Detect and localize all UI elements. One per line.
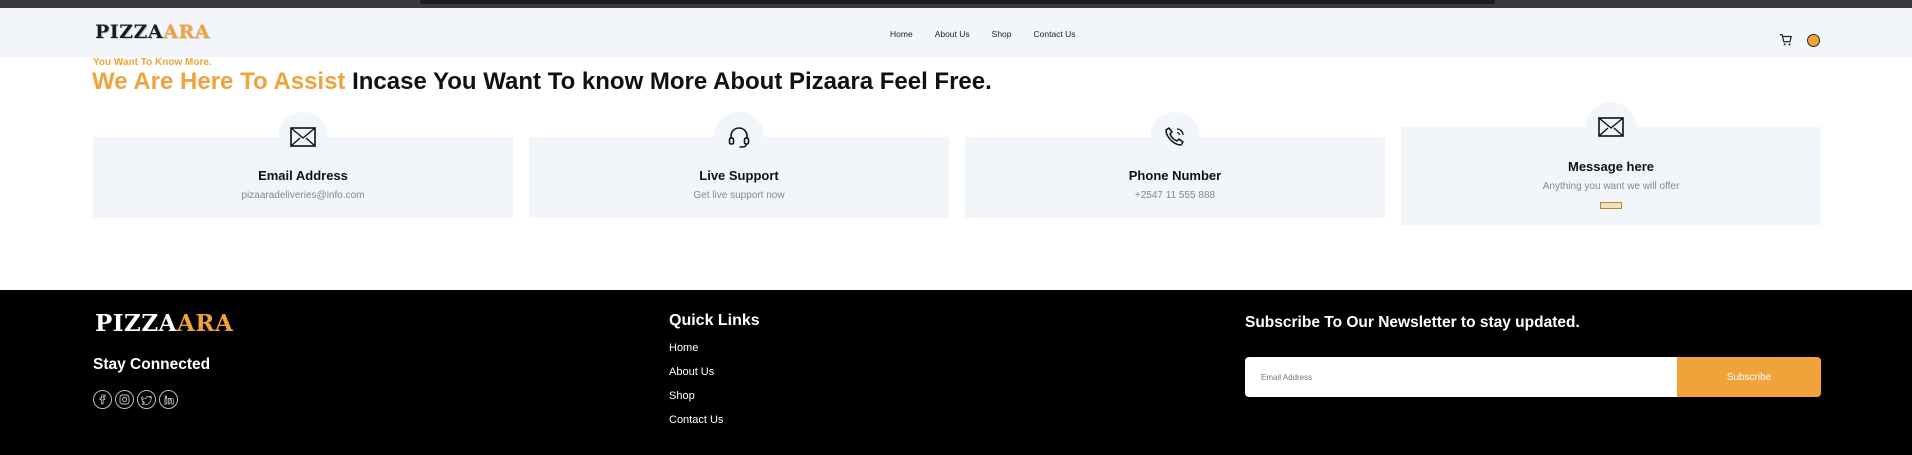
card-title: Phone Number [1128, 168, 1222, 183]
nav-link-contact[interactable]: Contact Us [1034, 29, 1076, 39]
phone-icon [1165, 127, 1184, 146]
footer: PIZZAARA Stay Connected Quick Links Home… [0, 290, 1912, 455]
footer-logo[interactable]: PIZZAARA [95, 310, 233, 337]
page-headline: We Are Here To Assist Incase You Want To… [92, 68, 992, 96]
card-title: Live Support [699, 168, 779, 183]
card-icon-circle [1586, 102, 1636, 152]
eyebrow-text: You Want To Know More. [93, 57, 212, 68]
card-title: Email Address [258, 168, 348, 183]
logo-part-2: ARA [163, 21, 210, 43]
headline-rest: Incase You Want To know More About Pizaa… [345, 68, 992, 95]
card-subtitle: pizaaradeliveries@info.com [241, 190, 365, 201]
nav-link-shop[interactable]: Shop [992, 29, 1012, 39]
footer-link-home[interactable]: Home [669, 342, 698, 354]
subscribe-button[interactable]: Subscribe [1677, 357, 1821, 397]
site-logo[interactable]: PIZZAARA [95, 21, 210, 43]
newsletter-email-input[interactable] [1245, 357, 1677, 397]
footer-link-contact[interactable]: Contact Us [669, 414, 723, 426]
footer-link-shop[interactable]: Shop [669, 390, 695, 402]
quick-links-heading: Quick Links [669, 312, 760, 329]
message-button[interactable] [1600, 202, 1622, 209]
contact-card-phone: Phone Number +2547 11 555 888 [965, 112, 1385, 218]
contact-card-email: Email Address pizaaradeliveries@info.com [93, 112, 513, 218]
stay-connected-heading: Stay Connected [93, 356, 211, 373]
headset-icon [728, 127, 750, 148]
avatar[interactable] [1807, 34, 1820, 47]
twitter-icon[interactable] [137, 390, 156, 409]
nav-links: Home About Us Shop Contact Us [890, 29, 1098, 39]
social-links [93, 390, 178, 409]
card-subtitle: +2547 11 555 888 [1134, 190, 1216, 201]
card-subtitle: Anything you want we will offer [1542, 181, 1680, 192]
mail-icon [290, 127, 316, 147]
newsletter-heading: Subscribe To Our Newsletter to stay upda… [1245, 314, 1580, 331]
logo-part-1: PIZZA [95, 21, 164, 43]
card-icon-circle [714, 112, 764, 162]
contact-card-support: Live Support Get live support now [529, 112, 949, 218]
linkedin-icon[interactable] [159, 390, 178, 409]
logo-part-2: ARA [176, 310, 234, 337]
card-icon-circle [1150, 112, 1200, 162]
headline-highlight: We Are Here To Assist [92, 68, 346, 95]
navbar: PIZZAARA Home About Us Shop Contact Us [0, 8, 1912, 57]
logo-part-1: PIZZA [95, 310, 177, 337]
card-title: Message here [1568, 159, 1654, 174]
card-subtitle: Get live support now [693, 190, 785, 201]
footer-link-about[interactable]: About Us [669, 366, 714, 378]
instagram-icon[interactable] [115, 390, 134, 409]
cart-icon[interactable] [1779, 33, 1793, 47]
mail-icon [1598, 117, 1624, 137]
card-icon-circle [278, 112, 328, 162]
facebook-icon[interactable] [93, 390, 112, 409]
nav-link-about[interactable]: About Us [935, 29, 970, 39]
browser-top-strip [0, 0, 1912, 8]
nav-link-home[interactable]: Home [890, 29, 913, 39]
contact-card-message: Message here Anything you want we will o… [1401, 102, 1821, 225]
browser-top-strip-inner [420, 0, 1495, 4]
